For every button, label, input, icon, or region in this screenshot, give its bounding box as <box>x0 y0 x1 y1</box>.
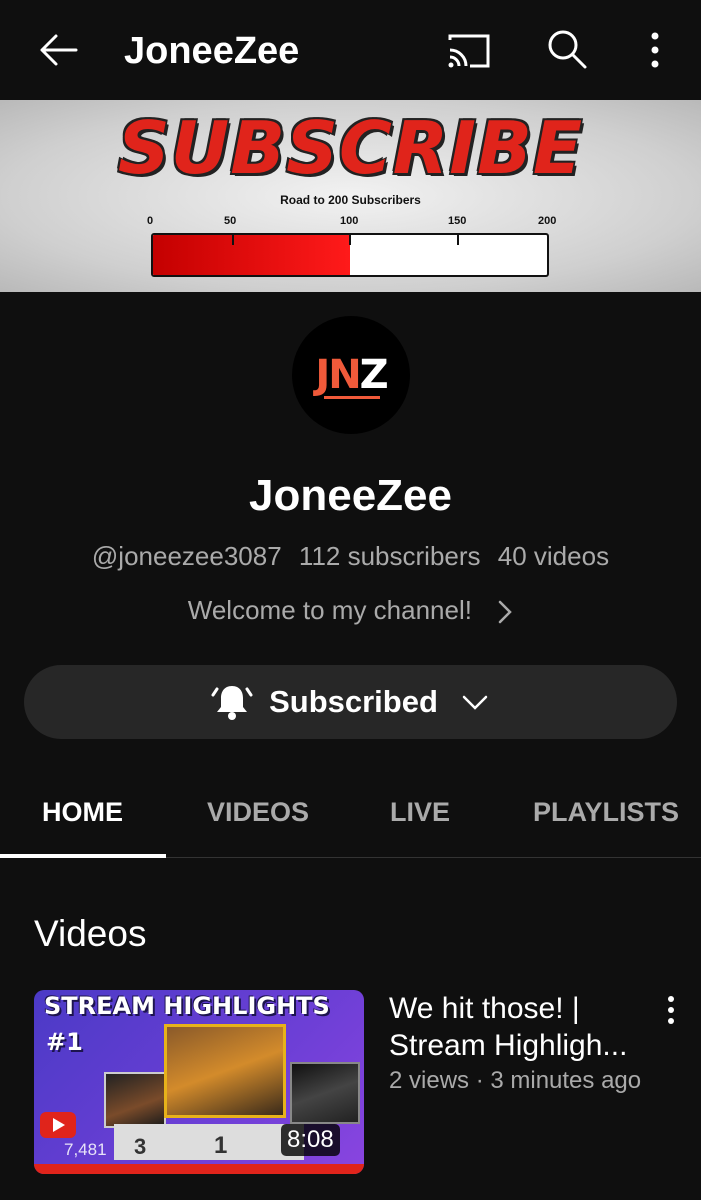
thumbnail-small-text: 7,481 <box>64 1140 107 1159</box>
avatar-logo-underline <box>324 396 380 399</box>
avatar-logo-part1: JN <box>315 352 361 398</box>
search-icon[interactable] <box>545 27 589 71</box>
tab-home[interactable]: HOME <box>42 796 123 828</box>
video-more-vert-icon[interactable] <box>658 994 684 1026</box>
channel-banner: SUBSCRIBE Road to 200 Subscribers 0 50 1… <box>0 100 701 292</box>
banner-tick-label: 50 <box>224 215 237 227</box>
chevron-right-icon <box>498 600 512 624</box>
bell-icon <box>211 686 253 720</box>
cast-icon[interactable] <box>444 30 492 70</box>
tab-videos[interactable]: VIDEOS <box>207 796 309 828</box>
video-meta: 2 views · 3 minutes ago <box>389 1067 642 1094</box>
channel-name: JoneeZee <box>249 471 452 520</box>
channel-avatar[interactable]: JNZ <box>292 316 410 434</box>
top-app-bar: JoneeZee <box>0 0 701 100</box>
banner-tick-label: 100 <box>340 215 359 227</box>
banner-notch <box>457 233 459 245</box>
thumbnail-clip-right <box>290 1062 360 1124</box>
channel-description-link[interactable]: Welcome to my channel! <box>0 594 701 626</box>
subscribed-button[interactable]: Subscribed <box>24 665 677 739</box>
channel-description: Welcome to my channel! <box>187 595 472 625</box>
back-arrow-icon[interactable] <box>36 28 80 72</box>
banner-notch <box>349 233 351 245</box>
thumbnail-clip-center <box>164 1024 286 1118</box>
thumbnail-clip-left <box>104 1072 166 1128</box>
banner-headline: SUBSCRIBE <box>117 106 584 190</box>
subscribed-label: Subscribed <box>269 684 438 719</box>
banner-progress-fill <box>153 235 350 275</box>
banner-tick-label: 200 <box>538 215 557 227</box>
active-tab-indicator <box>0 854 166 858</box>
app-bar-title: JoneeZee <box>124 30 300 72</box>
thumbnail-number: #1 <box>46 1028 83 1056</box>
banner-goal-text: Road to 200 Subscribers <box>280 193 421 207</box>
podium-third: 3 <box>134 1134 147 1159</box>
video-title[interactable]: We hit those! | Stream Highligh... <box>389 990 649 1064</box>
podium-first: 1 <box>214 1132 228 1159</box>
thumbnail-podium: 3 1 <box>114 1124 304 1160</box>
banner-tick-label: 0 <box>147 215 154 227</box>
avatar-logo: JNZ <box>315 352 389 398</box>
video-duration-badge: 8:08 <box>281 1124 340 1156</box>
section-title: Videos <box>34 913 147 954</box>
tab-playlists[interactable]: PLAYLISTS <box>533 796 679 828</box>
channel-handle: @joneezee3087 <box>91 541 282 571</box>
channel-tabs: HOME VIDEOS LIVE PLAYLISTS <box>0 770 701 858</box>
tab-live[interactable]: LIVE <box>390 796 450 828</box>
video-count: 40 videos <box>497 541 610 571</box>
chevron-down-icon <box>462 695 488 710</box>
thumbnail-heading: STREAM HIGHLIGHTS <box>44 992 330 1020</box>
banner-notch <box>232 233 234 245</box>
more-vert-icon[interactable] <box>640 28 670 72</box>
thumbnail-bottom-stripe <box>34 1164 364 1174</box>
banner-tick-label: 150 <box>448 215 467 227</box>
subscriber-count: 112 subscribers <box>298 541 481 571</box>
channel-meta: @joneezee3087 112 subscribers 40 videos <box>0 540 701 572</box>
youtube-logo-icon <box>40 1112 76 1138</box>
avatar-logo-part2: Z <box>359 352 389 398</box>
